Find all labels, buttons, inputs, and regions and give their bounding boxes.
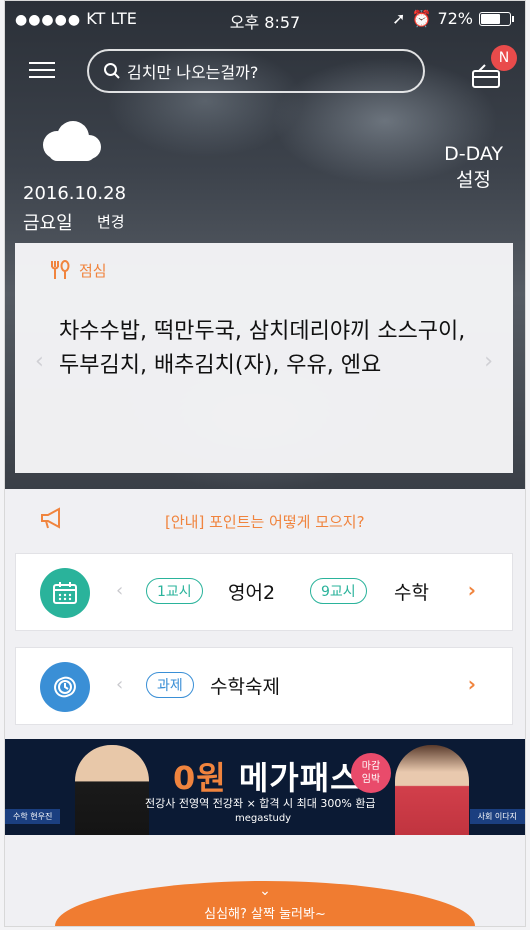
weather-date: 2016.10.28 bbox=[23, 183, 127, 204]
banner-label-right: 사회 이다지 bbox=[469, 809, 525, 824]
calendar-icon bbox=[40, 568, 90, 618]
period-badge-2: 9교시 bbox=[310, 578, 367, 604]
meal-card[interactable]: 점심 ‹ 차수수밥, 떡만두국, 삼치데리야끼 소스구이, 두부김치, 배추김치… bbox=[15, 243, 513, 473]
search-placeholder: 김치만 나오는걸까? bbox=[127, 63, 259, 82]
deadline-line2: 임박 bbox=[361, 774, 381, 785]
cloud-icon bbox=[43, 121, 101, 161]
hamburger-menu-icon[interactable] bbox=[29, 57, 55, 83]
search-icon bbox=[104, 63, 120, 79]
fork-spoon-icon bbox=[51, 260, 70, 279]
homework-next-button[interactable]: › bbox=[468, 672, 476, 696]
timetable-next-button[interactable]: › bbox=[468, 578, 476, 602]
notification-badge: N bbox=[491, 45, 517, 71]
megaphone-icon bbox=[41, 507, 60, 529]
banner-zero: 0원 bbox=[173, 759, 227, 797]
chevron-down-icon: ⌄ bbox=[259, 883, 271, 899]
subject-1: 영어2 bbox=[228, 582, 276, 604]
meal-type-label: 점심 bbox=[79, 261, 107, 280]
alarm-icon: ⏰ bbox=[411, 9, 432, 28]
period-badge-1: 1교시 bbox=[146, 578, 203, 604]
dday-setting-label: 설정 bbox=[456, 169, 492, 191]
weather-day: 금요일 bbox=[23, 213, 73, 234]
change-date-button[interactable]: 변경 bbox=[97, 211, 125, 232]
banner-deadline-tag: 마감 임박 bbox=[351, 753, 391, 793]
timetable-card[interactable]: ‹ 1교시 영어2 9교시 수학 › bbox=[15, 553, 513, 631]
pull-up-text: 심심해? 살짝 눌러봐~ bbox=[204, 907, 326, 922]
location-arrow-icon: ➚ bbox=[392, 9, 406, 28]
meal-prev-arrow[interactable]: ‹ bbox=[35, 349, 44, 374]
homework-subject: 수학숙제 bbox=[210, 676, 280, 698]
subject-2: 수학 bbox=[394, 582, 429, 604]
app-screen: ●●●●● KT LTE 오후 8:57 ➚ ⏰ 72% 김치만 나오는걸까? … bbox=[4, 0, 526, 927]
homework-prev-button[interactable]: ‹ bbox=[116, 674, 123, 695]
notification-button[interactable]: N bbox=[471, 45, 517, 89]
banner-title: 메가패스 bbox=[238, 759, 361, 797]
banner-brand: megastudy bbox=[235, 813, 292, 824]
status-bar: ●●●●● KT LTE 오후 8:57 ➚ ⏰ 72% bbox=[5, 9, 525, 32]
search-input[interactable]: 김치만 나오는걸까? bbox=[87, 49, 425, 93]
pull-up-panel[interactable]: ⌄ 심심해? 살짝 눌러봐~ bbox=[55, 881, 475, 926]
instructor-left-image bbox=[75, 745, 149, 835]
deadline-line1: 마감 bbox=[361, 761, 381, 772]
homework-card[interactable]: ‹ 과제 수학숙제 › bbox=[15, 647, 513, 725]
battery-icon bbox=[479, 11, 514, 26]
homework-tag: 과제 bbox=[146, 672, 194, 698]
notice-text: [안내] 포인트는 어떻게 모으지? bbox=[165, 513, 365, 531]
banner-headline: 0원 메가패스 bbox=[173, 753, 361, 799]
meal-next-arrow[interactable]: › bbox=[484, 349, 493, 374]
instructor-right-image bbox=[395, 745, 469, 835]
clock-icon bbox=[40, 662, 90, 712]
ad-banner[interactable]: 0원 메가패스 마감 임박 전강사 전영역 전강좌 × 합격 시 최대 300%… bbox=[5, 739, 525, 835]
meal-menu-text: 차수수밥, 떡만두국, 삼치데리야끼 소스구이, 두부김치, 배추김치(자), … bbox=[59, 319, 466, 378]
timetable-prev-button[interactable]: ‹ bbox=[116, 580, 123, 601]
status-right: ➚ ⏰ 72% bbox=[392, 9, 514, 28]
dday-button[interactable]: D-DAY 설정 bbox=[444, 141, 503, 193]
dday-label: D-DAY bbox=[444, 143, 503, 165]
banner-label-left: 수학 현우진 bbox=[5, 809, 61, 824]
meal-header: 점심 bbox=[49, 259, 107, 281]
battery-percent: 72% bbox=[437, 9, 473, 28]
notice-banner[interactable]: [안내] 포인트는 어떻게 모으지? bbox=[5, 501, 525, 539]
banner-subtext: 전강사 전영역 전강좌 × 합격 시 최대 300% 환급 bbox=[145, 797, 376, 810]
